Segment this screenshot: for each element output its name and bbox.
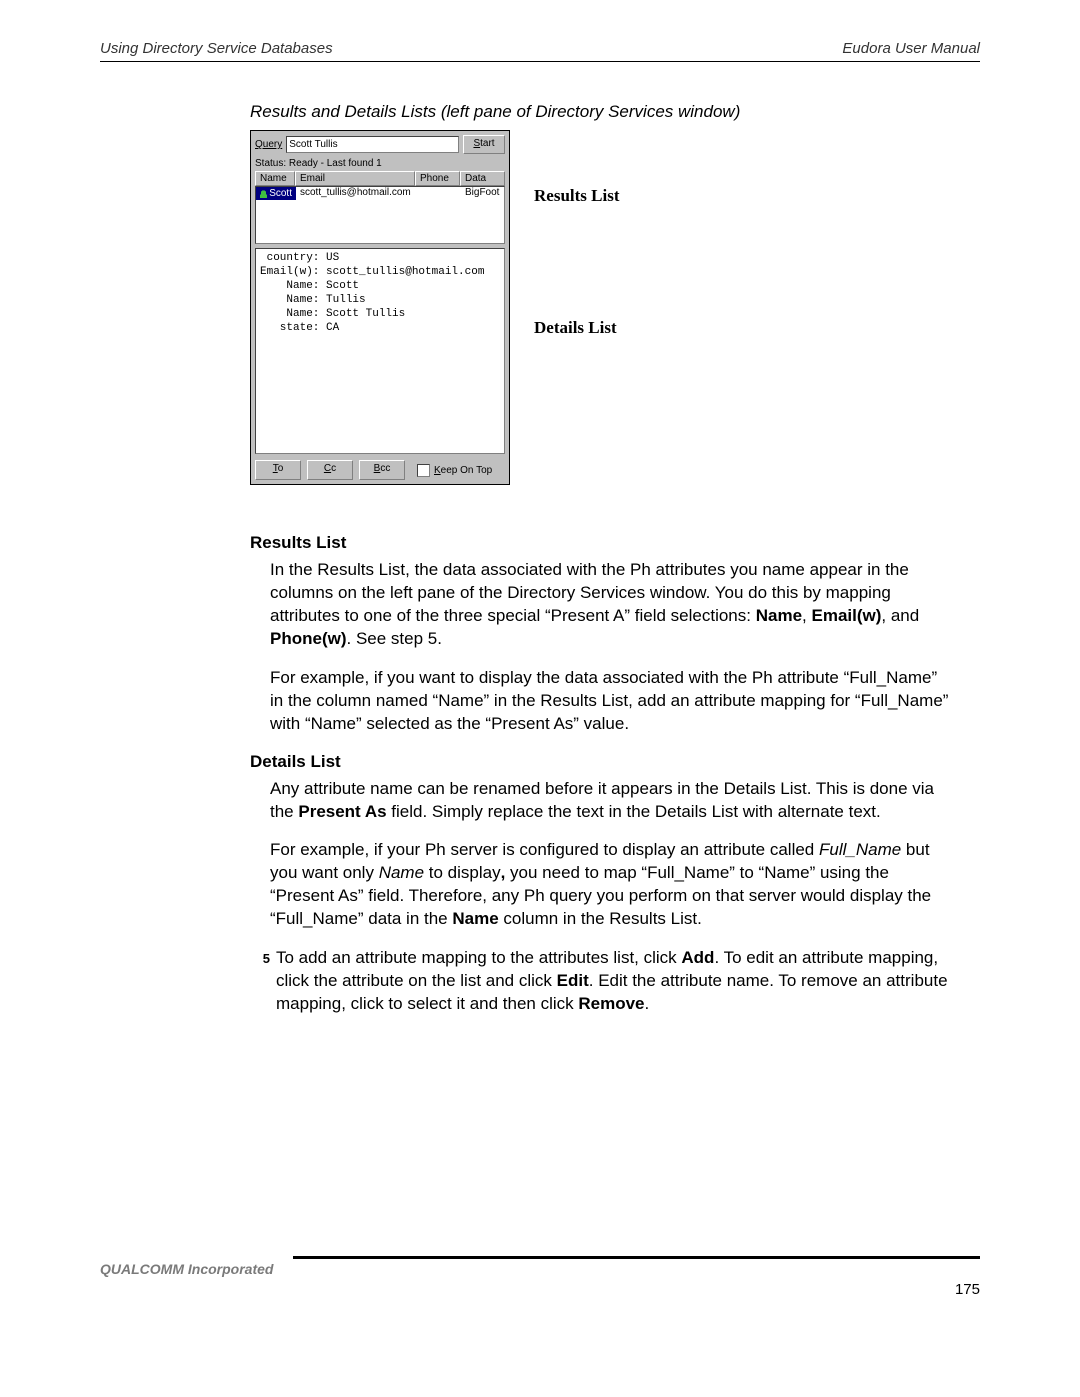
details-list-p1: Any attribute name can be renamed before… bbox=[270, 778, 950, 824]
status-line: Status: Ready - Last found 1 bbox=[255, 158, 505, 171]
callout-results-list: Results List bbox=[534, 186, 619, 206]
footer-rule bbox=[293, 1256, 980, 1259]
results-table-header: Name Email Phone Data bbox=[255, 171, 505, 186]
page-number: 175 bbox=[100, 1281, 980, 1298]
page-footer: QUALCOMM Incorporated bbox=[100, 1256, 980, 1277]
keep-on-top-checkbox[interactable] bbox=[417, 464, 430, 477]
col-email[interactable]: Email bbox=[295, 171, 415, 186]
step-5: 5 To add an attribute mapping to the att… bbox=[240, 947, 980, 1016]
figure: Query Scott Tullis Start Status: Ready -… bbox=[250, 130, 980, 485]
results-list-pane[interactable]: Scott scott_tullis@hotmail.com BigFoot bbox=[255, 186, 505, 244]
query-input[interactable]: Scott Tullis bbox=[286, 136, 459, 153]
query-label: Query bbox=[255, 139, 282, 150]
results-list-p1: In the Results List, the data associated… bbox=[270, 559, 950, 651]
results-list-p2: For example, if you want to display the … bbox=[270, 667, 950, 736]
col-name[interactable]: Name bbox=[255, 171, 295, 186]
figure-caption: Results and Details Lists (left pane of … bbox=[250, 102, 980, 122]
directory-services-window: Query Scott Tullis Start Status: Ready -… bbox=[250, 130, 510, 485]
page-header: Using Directory Service Databases Eudora… bbox=[100, 40, 980, 62]
col-data[interactable]: Data bbox=[460, 171, 505, 186]
cc-button[interactable]: Cc bbox=[307, 460, 353, 480]
start-button[interactable]: Start bbox=[463, 135, 505, 154]
callout-details-list: Details List bbox=[534, 318, 619, 338]
header-right: Eudora User Manual bbox=[842, 40, 980, 57]
details-list-p2: For example, if your Ph server is config… bbox=[270, 839, 950, 931]
footer-company: QUALCOMM Incorporated bbox=[100, 1261, 273, 1277]
person-icon bbox=[260, 190, 267, 198]
details-list-pane[interactable]: country: US Email(w): scott_tullis@hotma… bbox=[255, 248, 505, 454]
results-list-heading: Results List bbox=[250, 533, 980, 553]
keep-on-top-label: Keep On Top bbox=[434, 465, 492, 476]
table-row[interactable]: Scott scott_tullis@hotmail.com BigFoot bbox=[256, 187, 504, 200]
bcc-button[interactable]: Bcc bbox=[359, 460, 405, 480]
to-button[interactable]: To bbox=[255, 460, 301, 480]
details-list-heading: Details List bbox=[250, 752, 980, 772]
col-phone[interactable]: Phone bbox=[415, 171, 460, 186]
step-number: 5 bbox=[240, 947, 276, 1016]
header-left: Using Directory Service Databases bbox=[100, 40, 333, 57]
